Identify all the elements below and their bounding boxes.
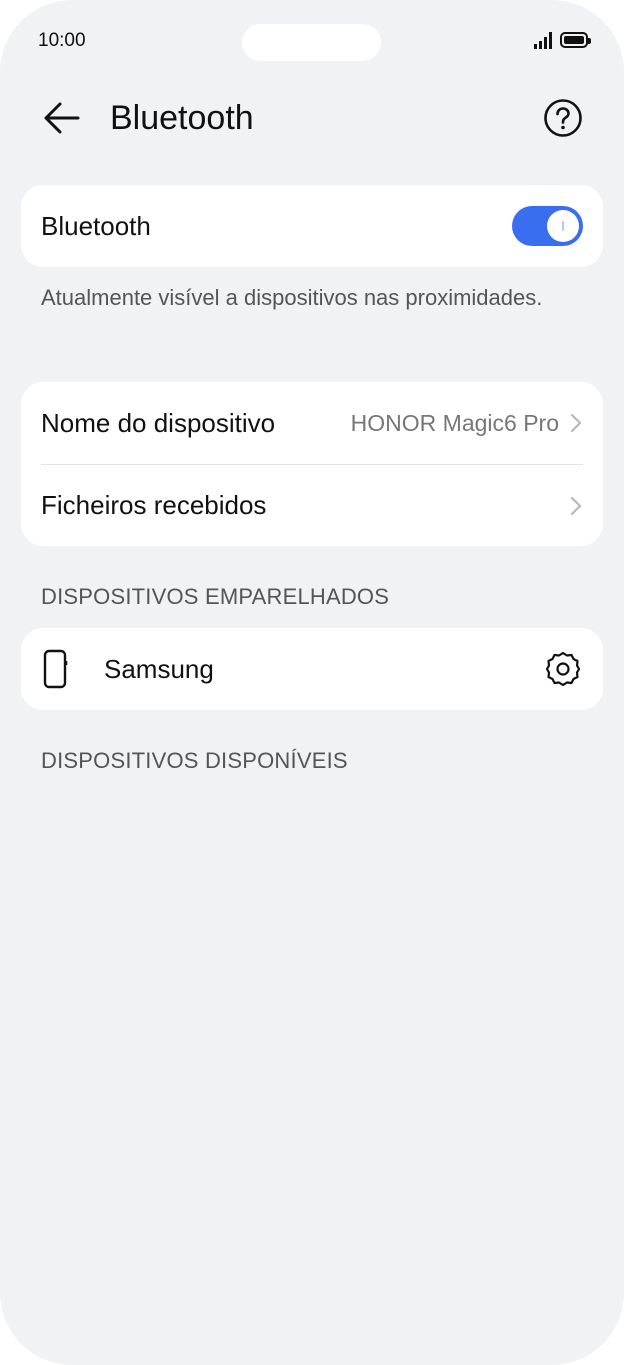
device-name-row[interactable]: Nome do dispositivo HONOR Magic6 Pro [21, 382, 603, 464]
bluetooth-card: Bluetooth [21, 185, 603, 267]
phone-icon [43, 649, 68, 689]
signal-icon [534, 31, 552, 49]
received-files-row[interactable]: Ficheiros recebidos [21, 465, 603, 546]
battery-icon [560, 32, 591, 48]
settings-card: Nome do dispositivo HONOR Magic6 Pro Fic… [21, 382, 603, 546]
paired-devices-header: DISPOSITIVOS EMPARELHADOS [41, 584, 390, 609]
dynamic-island [242, 24, 381, 61]
visibility-hint: Atualmente visível a dispositivos nas pr… [41, 285, 543, 310]
phone-screen: 10:00 Bluetooth Bluetooth Atualmente vis… [0, 0, 624, 1365]
paired-devices-card: Samsung [21, 628, 603, 710]
gear-icon[interactable] [543, 649, 583, 689]
bluetooth-row[interactable]: Bluetooth [21, 185, 603, 267]
received-files-label: Ficheiros recebidos [41, 490, 267, 520]
paired-device-row[interactable]: Samsung [21, 628, 603, 710]
device-name-value: HONOR Magic6 Pro [350, 409, 559, 436]
status-time: 10:00 [38, 30, 86, 51]
device-name-label: Nome do dispositivo [41, 407, 276, 438]
toggle-knob [547, 210, 579, 242]
chevron-right-icon [571, 496, 581, 515]
paired-device-name: Samsung [104, 653, 214, 684]
chevron-right-icon [571, 414, 581, 432]
back-arrow-icon[interactable] [40, 96, 84, 140]
status-icons [534, 31, 591, 49]
page-title: Bluetooth [110, 99, 254, 137]
bluetooth-label: Bluetooth [41, 210, 151, 241]
bluetooth-toggle[interactable] [512, 206, 583, 246]
help-circle-icon[interactable] [541, 96, 585, 140]
available-devices-header: DISPOSITIVOS DISPONÍVEIS [41, 748, 348, 773]
